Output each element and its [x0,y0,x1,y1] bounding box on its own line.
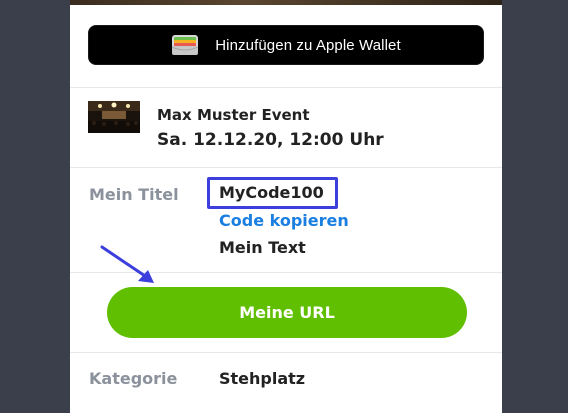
event-thumbnail [88,101,140,133]
divider [70,167,502,168]
category-value: Stehplatz [219,369,306,388]
event-name: Max Muster Event [157,106,310,124]
event-image-strip [70,0,502,5]
left-backdrop [0,0,70,413]
annotation-arrow-icon [100,245,154,283]
category-field-label: Kategorie [89,369,178,388]
ticket-card: Hinzufügen zu Apple Wallet Max Muster Ev… [70,0,502,413]
title-field-label: Mein Titel [89,185,179,204]
wallet-icon [171,34,199,56]
add-to-apple-wallet-label: Hinzufügen zu Apple Wallet [215,36,401,54]
open-url-label: Meine URL [239,303,335,322]
open-url-button[interactable]: Meine URL [107,287,467,338]
divider [70,87,502,88]
right-backdrop [502,0,568,413]
add-to-apple-wallet-button[interactable]: Hinzufügen zu Apple Wallet [88,25,484,65]
code-value: MyCode100 [219,183,324,202]
event-date: Sa. 12.12.20, 12:00 Uhr [157,130,384,150]
title-field-text: Mein Text [219,238,306,257]
copy-code-link[interactable]: Code kopieren [219,211,349,230]
divider [70,352,502,353]
